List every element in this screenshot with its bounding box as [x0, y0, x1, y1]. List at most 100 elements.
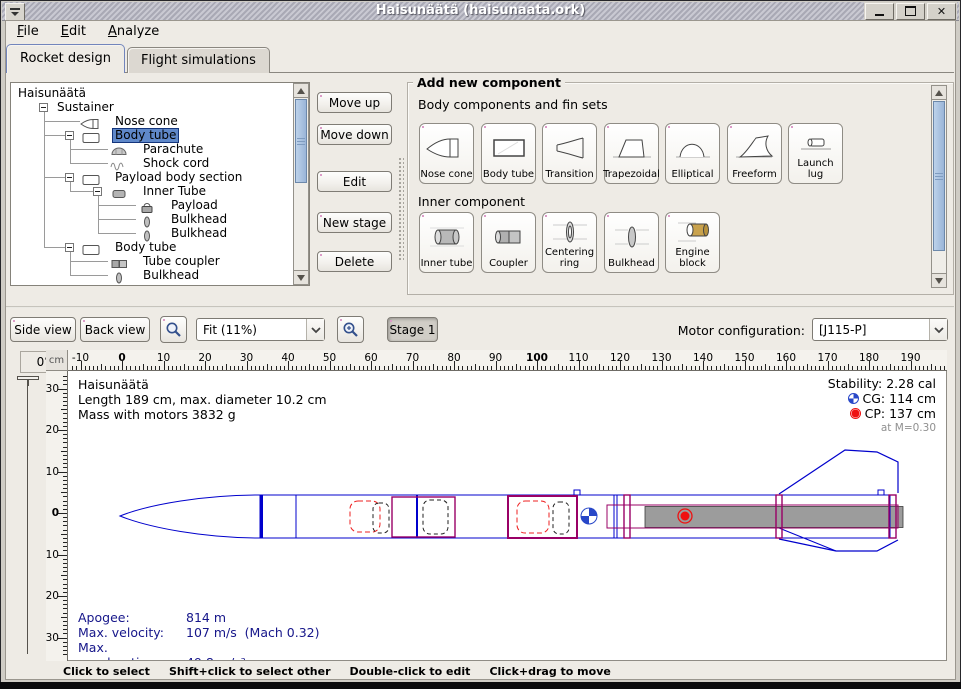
tree-item-shock-cord[interactable]: Shock cord: [141, 157, 211, 170]
delete-button[interactable]: Delete: [317, 251, 392, 272]
ruler-tick: [359, 366, 360, 370]
ruler-tick: [251, 366, 252, 370]
tree-item-sustainer[interactable]: Sustainer: [55, 101, 116, 114]
edit-button[interactable]: Edit: [317, 171, 392, 192]
add-body-tube-button[interactable]: Body tube: [481, 123, 536, 184]
add-transition-button[interactable]: Transition: [542, 123, 597, 184]
close-icon: ✕: [937, 5, 946, 18]
add-trapezoidal-button[interactable]: Trapezoidal: [604, 123, 659, 184]
rocket-canvas[interactable]: Haisunäätä Length 189 cm, max. diameter …: [68, 371, 947, 661]
tab-flight-simulations[interactable]: Flight simulations: [127, 47, 270, 73]
scroll-up-button[interactable]: [932, 86, 946, 100]
stability-value: Stability: 2.28 cal: [828, 376, 936, 391]
scroll-down-button[interactable]: [932, 273, 946, 287]
rotation-slider-handle[interactable]: [17, 376, 39, 386]
tree-item-payload-body-section[interactable]: Payload body section: [113, 171, 244, 184]
ruler-tick: [923, 366, 924, 370]
ruler-tick: [188, 366, 189, 370]
add-inner-tube-button[interactable]: Inner tube: [419, 212, 474, 273]
add-launch-lug-button[interactable]: Launch lug: [788, 123, 843, 184]
ruler-tick: [63, 467, 67, 468]
back-view-button[interactable]: Back view: [80, 317, 150, 342]
rotation-slider-track[interactable]: [27, 386, 28, 654]
maximize-button[interactable]: [896, 3, 925, 20]
component-label: Freeform: [732, 170, 777, 181]
ruler-tick: [63, 476, 67, 477]
side-view-button[interactable]: Side view: [10, 317, 76, 342]
tree-item-nose-cone[interactable]: Nose cone: [113, 115, 180, 128]
tree-scrollbar[interactable]: [293, 83, 309, 285]
tree-expander[interactable]: [65, 131, 74, 140]
add-freeform-button[interactable]: Freeform: [727, 123, 782, 184]
scroll-thumb[interactable]: [933, 101, 945, 251]
menu-file[interactable]: File: [8, 22, 48, 41]
splitter-handle[interactable]: [398, 157, 404, 262]
titlebar[interactable]: Haisunäätä (haisunaata.ork) ✕: [2, 2, 959, 21]
tree-item-body-tube[interactable]: Body tube: [112, 128, 179, 143]
tree-item-parachute[interactable]: Parachute: [141, 143, 205, 156]
stage-1-toggle[interactable]: Stage 1: [387, 317, 438, 342]
tree-expander[interactable]: [65, 243, 74, 252]
menu-analyze[interactable]: Analyze: [99, 22, 168, 41]
ruler-tick: [919, 366, 920, 370]
motor-configuration-select[interactable]: [J115-P]: [812, 318, 948, 341]
shock-cord-icon: [108, 157, 130, 169]
horizontal-splitter[interactable]: [6, 306, 954, 308]
scroll-down-button[interactable]: [294, 270, 308, 284]
rocket-dimensions: Length 189 cm, max. diameter 10.2 cm: [78, 392, 327, 407]
ruler-tick: [400, 366, 401, 370]
ruler-tick: [151, 366, 152, 370]
add-elliptical-button[interactable]: Elliptical: [665, 123, 720, 184]
ruler-tick: [740, 366, 741, 370]
scroll-up-button[interactable]: [294, 84, 308, 98]
chevron-down-icon[interactable]: [306, 319, 324, 340]
ruler-tick: [338, 366, 339, 370]
scroll-thumb[interactable]: [295, 99, 307, 183]
close-button[interactable]: ✕: [927, 3, 956, 20]
ruler-tick: [487, 366, 488, 370]
ruler-label: 80: [441, 352, 467, 364]
ruler-label: 50: [317, 352, 343, 364]
tree-connector: [70, 261, 108, 262]
ruler-tick: [732, 366, 733, 370]
add-engine-block-button[interactable]: Engine block: [665, 212, 720, 273]
menu-edit[interactable]: Edit: [52, 22, 95, 41]
tree-item-haisunäätä[interactable]: Haisunäätä: [16, 87, 88, 100]
ruler-tick: [259, 366, 260, 370]
ruler-tick: [500, 366, 501, 370]
tree-expander[interactable]: [39, 103, 48, 112]
add-nose-cone-button[interactable]: Nose cone: [419, 123, 474, 184]
ruler-tick: [63, 546, 67, 547]
move-up-button[interactable]: Move up: [317, 92, 392, 113]
zoom-select[interactable]: Fit (11%): [196, 318, 325, 341]
tree-expander[interactable]: [65, 173, 74, 182]
minimize-button[interactable]: [865, 3, 894, 20]
mach-condition: at M=0.30: [881, 421, 936, 436]
ruler-tick: [819, 366, 820, 370]
zoom-out-button[interactable]: [160, 316, 187, 343]
tree-item-tube-coupler[interactable]: Tube coupler: [141, 255, 222, 268]
tree-item-bulkhead[interactable]: Bulkhead: [169, 227, 229, 240]
tab-rocket-design[interactable]: Rocket design: [6, 44, 125, 73]
tree-item-body-tube[interactable]: Body tube: [113, 241, 178, 254]
add-centering-ring-button[interactable]: Centering ring: [542, 212, 597, 273]
component-panel-scrollbar[interactable]: [931, 85, 947, 288]
chevron-down-icon[interactable]: [929, 319, 947, 340]
component-tree[interactable]: HaisunäätäSustainerNose coneBody tubePar…: [10, 82, 310, 286]
add-bulkhead-button[interactable]: Bulkhead: [604, 212, 659, 273]
ruler-tick: [649, 366, 650, 370]
tree-item-payload[interactable]: Payload: [169, 199, 220, 212]
ruler-tick: [63, 588, 67, 589]
minimize-icon: [875, 6, 884, 16]
trapezoidal-icon: [605, 124, 658, 170]
move-down-button[interactable]: Move down: [317, 124, 392, 145]
tree-expander[interactable]: [93, 187, 102, 196]
ruler-tick: [603, 366, 604, 370]
new-stage-button[interactable]: New stage: [317, 212, 392, 233]
tree-item-bulkhead[interactable]: Bulkhead: [141, 269, 201, 282]
ruler-tick: [433, 364, 434, 370]
zoom-in-button[interactable]: [337, 316, 364, 343]
add-coupler-button[interactable]: Coupler: [481, 212, 536, 273]
tree-item-bulkhead[interactable]: Bulkhead: [169, 213, 229, 226]
tree-item-inner-tube[interactable]: Inner Tube: [141, 185, 208, 198]
